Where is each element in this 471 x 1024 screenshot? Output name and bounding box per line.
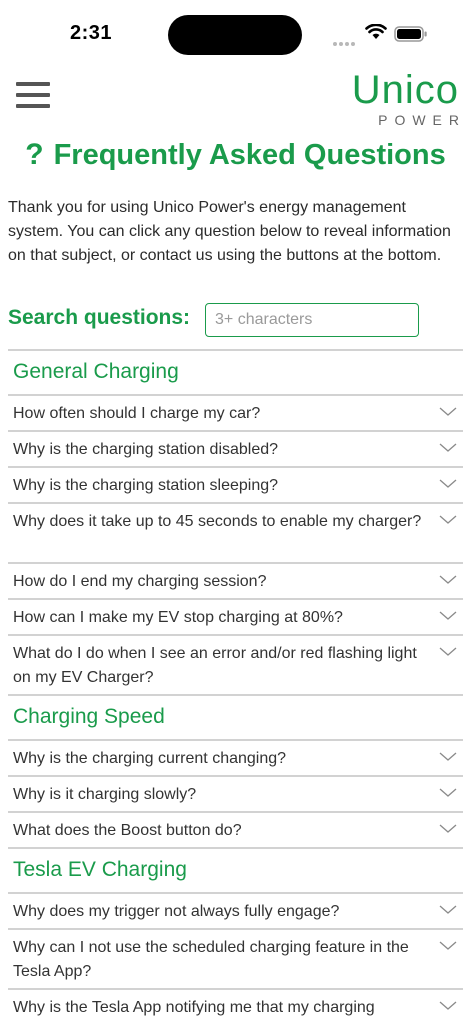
logo-wordmark: Unico (351, 68, 459, 112)
faq-question[interactable]: What do I do when I see an error and/or … (8, 634, 463, 694)
faq-question[interactable]: Why can I not use the scheduled charging… (8, 928, 463, 988)
section-header: Tesla EV Charging (8, 847, 463, 892)
chevron-down-icon (439, 1001, 457, 1010)
chevron-down-icon (439, 479, 457, 488)
faq-question[interactable]: What does the Boost button do? (8, 811, 463, 847)
chevron-down-icon (439, 611, 457, 620)
chevron-down-icon (439, 905, 457, 914)
faq-question-text: Why is the charging station disabled? (13, 441, 279, 458)
battery-icon (394, 26, 427, 42)
chevron-down-icon (439, 824, 457, 833)
chevron-down-icon (439, 443, 457, 452)
faq-question-text: What does the Boost button do? (13, 822, 242, 839)
logo-subtitle: POWER (378, 112, 466, 128)
unico-power-logo: Unico POWER (352, 70, 459, 128)
hamburger-menu-icon[interactable] (16, 82, 50, 110)
faq-question-text: What do I do when I see an error and/or … (13, 645, 417, 686)
cellular-signal-icon (333, 33, 357, 46)
faq-question[interactable]: Why is it charging slowly? (8, 775, 463, 811)
faq-question[interactable]: How often should I charge my car? (8, 394, 463, 430)
faq-question[interactable]: Why does my trigger not always fully eng… (8, 892, 463, 928)
faq-question-text: How can I make my EV stop charging at 80… (13, 609, 343, 626)
faq-question-text: Why does my trigger not always fully eng… (13, 903, 340, 920)
chevron-down-icon (439, 647, 457, 656)
search-input[interactable] (205, 303, 419, 337)
faq-question[interactable]: How can I make my EV stop charging at 80… (8, 598, 463, 634)
faq-question[interactable]: Why is the charging station disabled? (8, 430, 463, 466)
faq-question[interactable]: Why is the Tesla App notifying me that m… (8, 988, 463, 1024)
faq-question[interactable]: How do I end my charging session? (8, 562, 463, 598)
intro-text: Thank you for using Unico Power's energy… (8, 199, 451, 264)
search-label: Search questions: (8, 306, 191, 329)
chevron-down-icon (439, 515, 457, 524)
faq-question-text: Why can I not use the scheduled charging… (13, 939, 409, 980)
status-time: 2:31 (70, 22, 113, 44)
faq-question[interactable]: Why does it take up to 45 seconds to ena… (8, 502, 463, 562)
question-mark-icon: ? (25, 138, 44, 171)
chevron-down-icon (439, 752, 457, 761)
wifi-icon (365, 24, 387, 39)
dynamic-island (168, 15, 302, 55)
chevron-down-icon (439, 407, 457, 416)
chevron-down-icon (439, 941, 457, 950)
faq-question-text: Why is the charging current changing? (13, 750, 287, 767)
faq-list: General Charging How often should I charg… (8, 349, 463, 1024)
page-title-text: Frequently Asked Questions (53, 139, 446, 171)
search-row: Search questions: (8, 302, 463, 340)
section-header: General Charging (8, 349, 463, 394)
faq-question[interactable]: Why is the charging current changing? (8, 739, 463, 775)
faq-question-text: Why does it take up to 45 seconds to ena… (13, 513, 422, 530)
app-header: Unico POWER (0, 64, 471, 128)
status-bar: 2:31 (0, 0, 471, 60)
page-title: ? Frequently Asked Questions (0, 138, 471, 172)
chevron-down-icon (439, 575, 457, 584)
faq-question-text: Why is the charging station sleeping? (13, 477, 279, 494)
faq-question-text: Why is it charging slowly? (13, 786, 197, 803)
section-header: Charging Speed (8, 694, 463, 739)
faq-question-text: How do I end my charging session? (13, 573, 267, 590)
faq-question[interactable]: Why is the charging station sleeping? (8, 466, 463, 502)
chevron-down-icon (439, 788, 457, 797)
faq-question-text: How often should I charge my car? (13, 405, 261, 422)
faq-question-text: Why is the Tesla App notifying me that m… (13, 999, 375, 1016)
